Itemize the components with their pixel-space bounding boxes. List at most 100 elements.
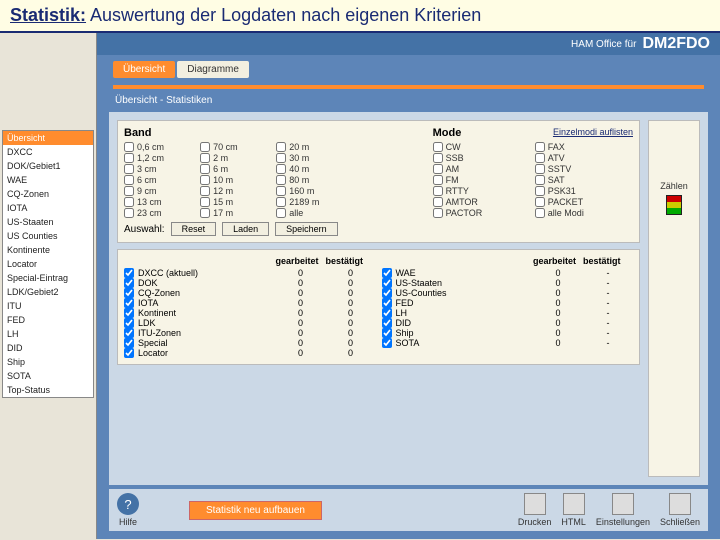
- stat-checkbox[interactable]: [382, 328, 392, 338]
- mode-option[interactable]: SAT: [535, 175, 633, 185]
- stat-checkbox[interactable]: [124, 308, 134, 318]
- html-icon: [563, 493, 585, 515]
- band-option: [352, 175, 424, 185]
- stat-checkbox[interactable]: [124, 288, 134, 298]
- band-option[interactable]: 70 cm: [200, 142, 272, 152]
- band-option[interactable]: 9 cm: [124, 186, 196, 196]
- band-option[interactable]: 2189 m: [276, 197, 348, 207]
- sidebar-item[interactable]: DID: [3, 341, 93, 355]
- stat-row: Kontinent00: [124, 308, 376, 318]
- mode-option[interactable]: ATV: [535, 153, 633, 163]
- band-option: [352, 208, 424, 218]
- stat-checkbox[interactable]: [382, 298, 392, 308]
- band-heading: Band: [124, 127, 152, 139]
- mode-option[interactable]: RTTY: [433, 186, 531, 196]
- mode-option[interactable]: alle Modi: [535, 208, 633, 218]
- band-option[interactable]: 6 m: [200, 164, 272, 174]
- settings-icon: [612, 493, 634, 515]
- stat-checkbox[interactable]: [382, 268, 392, 278]
- band-option[interactable]: 12 m: [200, 186, 272, 196]
- band-option[interactable]: 80 m: [276, 175, 348, 185]
- mode-option[interactable]: FAX: [535, 142, 633, 152]
- html-button[interactable]: HTML: [561, 493, 586, 527]
- band-option[interactable]: 10 m: [200, 175, 272, 185]
- mode-option[interactable]: FM: [433, 175, 531, 185]
- stat-row: ITU-Zonen00: [124, 328, 376, 338]
- stat-checkbox[interactable]: [124, 278, 134, 288]
- schliessen-button[interactable]: Schließen: [660, 493, 700, 527]
- stat-checkbox[interactable]: [124, 268, 134, 278]
- sidebar-item[interactable]: Kontinente: [3, 243, 93, 257]
- stat-checkbox[interactable]: [382, 318, 392, 328]
- sidebar-item[interactable]: SOTA: [3, 369, 93, 383]
- stat-checkbox[interactable]: [124, 328, 134, 338]
- sidebar-item[interactable]: LH: [3, 327, 93, 341]
- sidebar-item[interactable]: ITU: [3, 299, 93, 313]
- mode-option[interactable]: AM: [433, 164, 531, 174]
- einstellungen-button[interactable]: Einstellungen: [596, 493, 650, 527]
- band-option[interactable]: 0,6 cm: [124, 142, 196, 152]
- band-option[interactable]: 30 m: [276, 153, 348, 163]
- help-icon: ?: [117, 493, 139, 515]
- stat-row: SOTA0-: [382, 338, 634, 348]
- band-option[interactable]: 160 m: [276, 186, 348, 196]
- hilfe-button[interactable]: ? Hilfe: [117, 493, 139, 527]
- stat-row: LH0-: [382, 308, 634, 318]
- tab[interactable]: Übersicht: [113, 61, 175, 78]
- band-option[interactable]: 6 cm: [124, 175, 196, 185]
- band-option[interactable]: 3 cm: [124, 164, 196, 174]
- band-option[interactable]: 17 m: [200, 208, 272, 218]
- band-option[interactable]: 15 m: [200, 197, 272, 207]
- stat-row: DXCC (aktuell)00: [124, 268, 376, 278]
- einzelmodi-link[interactable]: Einzelmodi auflisten: [553, 127, 633, 139]
- stat-row: FED0-: [382, 298, 634, 308]
- stat-checkbox[interactable]: [124, 318, 134, 328]
- close-icon: [669, 493, 691, 515]
- sidebar-item[interactable]: Top-Status: [3, 383, 93, 397]
- sidebar-item[interactable]: DXCC: [3, 145, 93, 159]
- sidebar-item[interactable]: Ship: [3, 355, 93, 369]
- stat-row: DOK00: [124, 278, 376, 288]
- sidebar-item[interactable]: US-Staaten: [3, 215, 93, 229]
- band-option[interactable]: 23 cm: [124, 208, 196, 218]
- stat-row: CQ-Zonen00: [124, 288, 376, 298]
- sidebar-item[interactable]: CQ-Zonen: [3, 187, 93, 201]
- stat-checkbox[interactable]: [124, 348, 134, 358]
- rebuild-button[interactable]: Statistik neu aufbauen: [189, 501, 322, 520]
- stat-checkbox[interactable]: [124, 298, 134, 308]
- stat-row: DID0-: [382, 318, 634, 328]
- sidebar-item[interactable]: IOTA: [3, 201, 93, 215]
- mode-option[interactable]: PACKET: [535, 197, 633, 207]
- band-option[interactable]: 13 cm: [124, 197, 196, 207]
- stat-checkbox[interactable]: [382, 278, 392, 288]
- sidebar-item[interactable]: FED: [3, 313, 93, 327]
- band-option[interactable]: alle: [276, 208, 348, 218]
- band-option[interactable]: 1,2 cm: [124, 153, 196, 163]
- sidebar-item[interactable]: DOK/Gebiet1: [3, 159, 93, 173]
- stat-checkbox[interactable]: [382, 288, 392, 298]
- drucken-button[interactable]: Drucken: [518, 493, 552, 527]
- mode-option[interactable]: SSTV: [535, 164, 633, 174]
- band-option[interactable]: 2 m: [200, 153, 272, 163]
- mode-option[interactable]: AMTOR: [433, 197, 531, 207]
- mode-option[interactable]: CW: [433, 142, 531, 152]
- mode-option[interactable]: SSB: [433, 153, 531, 163]
- speichern-button[interactable]: Speichern: [275, 222, 338, 236]
- sidebar-item[interactable]: LDK/Gebiet2: [3, 285, 93, 299]
- laden-button[interactable]: Laden: [222, 222, 269, 236]
- tab[interactable]: Diagramme: [177, 61, 249, 78]
- mode-option[interactable]: PSK31: [535, 186, 633, 196]
- stat-checkbox[interactable]: [124, 338, 134, 348]
- stat-checkbox[interactable]: [382, 338, 392, 348]
- band-option[interactable]: 20 m: [276, 142, 348, 152]
- sidebar-item[interactable]: Übersicht: [3, 131, 93, 145]
- sidebar-item[interactable]: Locator: [3, 257, 93, 271]
- mode-option[interactable]: PACTOR: [433, 208, 531, 218]
- sidebar-item[interactable]: Special-Eintrag: [3, 271, 93, 285]
- reset-button[interactable]: Reset: [171, 222, 217, 236]
- band-option[interactable]: 40 m: [276, 164, 348, 174]
- stat-row: Special00: [124, 338, 376, 348]
- sidebar-item[interactable]: US Counties: [3, 229, 93, 243]
- stat-checkbox[interactable]: [382, 308, 392, 318]
- sidebar-item[interactable]: WAE: [3, 173, 93, 187]
